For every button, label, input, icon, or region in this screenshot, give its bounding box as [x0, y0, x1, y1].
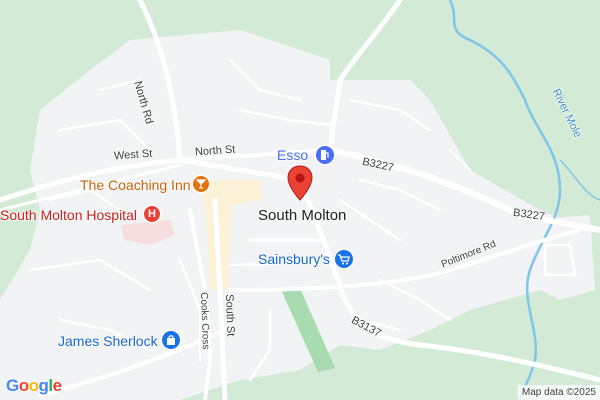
town-label[interactable]: South Molton	[258, 208, 346, 223]
google-logo: Google	[6, 376, 62, 395]
map-pin-icon[interactable]	[287, 165, 313, 201]
road-label-cooks-cross: Cooks Cross	[198, 291, 211, 350]
poi-label-coaching-inn[interactable]: The Coaching Inn	[80, 178, 191, 192]
poi-label-hospital[interactable]: South Molton Hospital	[0, 208, 137, 222]
cocktail-icon[interactable]	[193, 176, 209, 192]
poi-label-james-sherlock[interactable]: James Sherlock	[58, 334, 158, 348]
hospital-icon[interactable]: H	[144, 206, 160, 222]
poi-label-sainsburys[interactable]: Sainsbury's	[258, 252, 330, 266]
fuel-icon[interactable]	[316, 146, 334, 164]
shopping-cart-icon[interactable]	[335, 250, 353, 268]
poi-label-esso[interactable]: Esso	[277, 148, 308, 162]
shopping-bag-icon[interactable]	[162, 331, 180, 349]
map-attribution[interactable]: Map data ©2025	[517, 385, 600, 400]
map-canvas[interactable]: North Rd West St North St B3227 B3227 Po…	[0, 0, 600, 400]
road-label-south-st: South St	[223, 293, 237, 337]
river-branch	[559, 159, 600, 201]
